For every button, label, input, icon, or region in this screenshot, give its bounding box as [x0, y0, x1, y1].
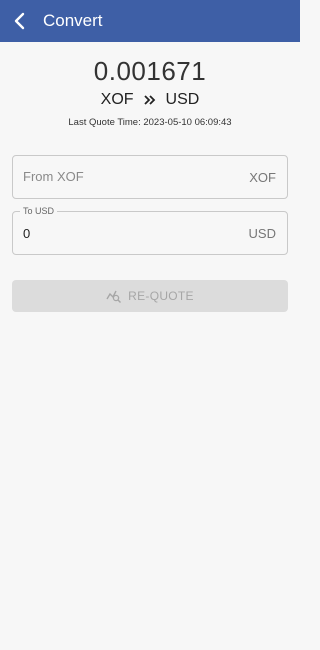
- currency-pair: XOF USD: [0, 91, 300, 109]
- page-title: Convert: [43, 11, 103, 30]
- from-amount-field[interactable]: From XOF XOF: [12, 155, 288, 199]
- to-amount-field[interactable]: To USD 0 USD: [12, 206, 288, 255]
- from-currency: XOF: [100, 91, 134, 108]
- to-amount-value: 0: [23, 226, 31, 241]
- from-currency-suffix: XOF: [249, 170, 276, 185]
- to-amount-label: To USD: [20, 206, 58, 216]
- chart-search-icon: [106, 289, 122, 303]
- requote-label: RE-QUOTE: [128, 289, 194, 303]
- last-quote-time: Last Quote Time: 2023-05-10 06:09:43: [68, 117, 232, 128]
- back-button[interactable]: [0, 0, 40, 42]
- double-chevron-right-icon: [143, 95, 156, 105]
- to-currency: USD: [165, 91, 200, 108]
- exchange-rate: 0.001671: [93, 56, 207, 86]
- requote-button[interactable]: RE-QUOTE: [12, 280, 288, 312]
- app-bar: Convert: [0, 0, 300, 42]
- to-currency-suffix: USD: [248, 226, 276, 241]
- chevron-left-icon: [14, 12, 25, 30]
- from-amount-placeholder: From XOF: [23, 169, 84, 184]
